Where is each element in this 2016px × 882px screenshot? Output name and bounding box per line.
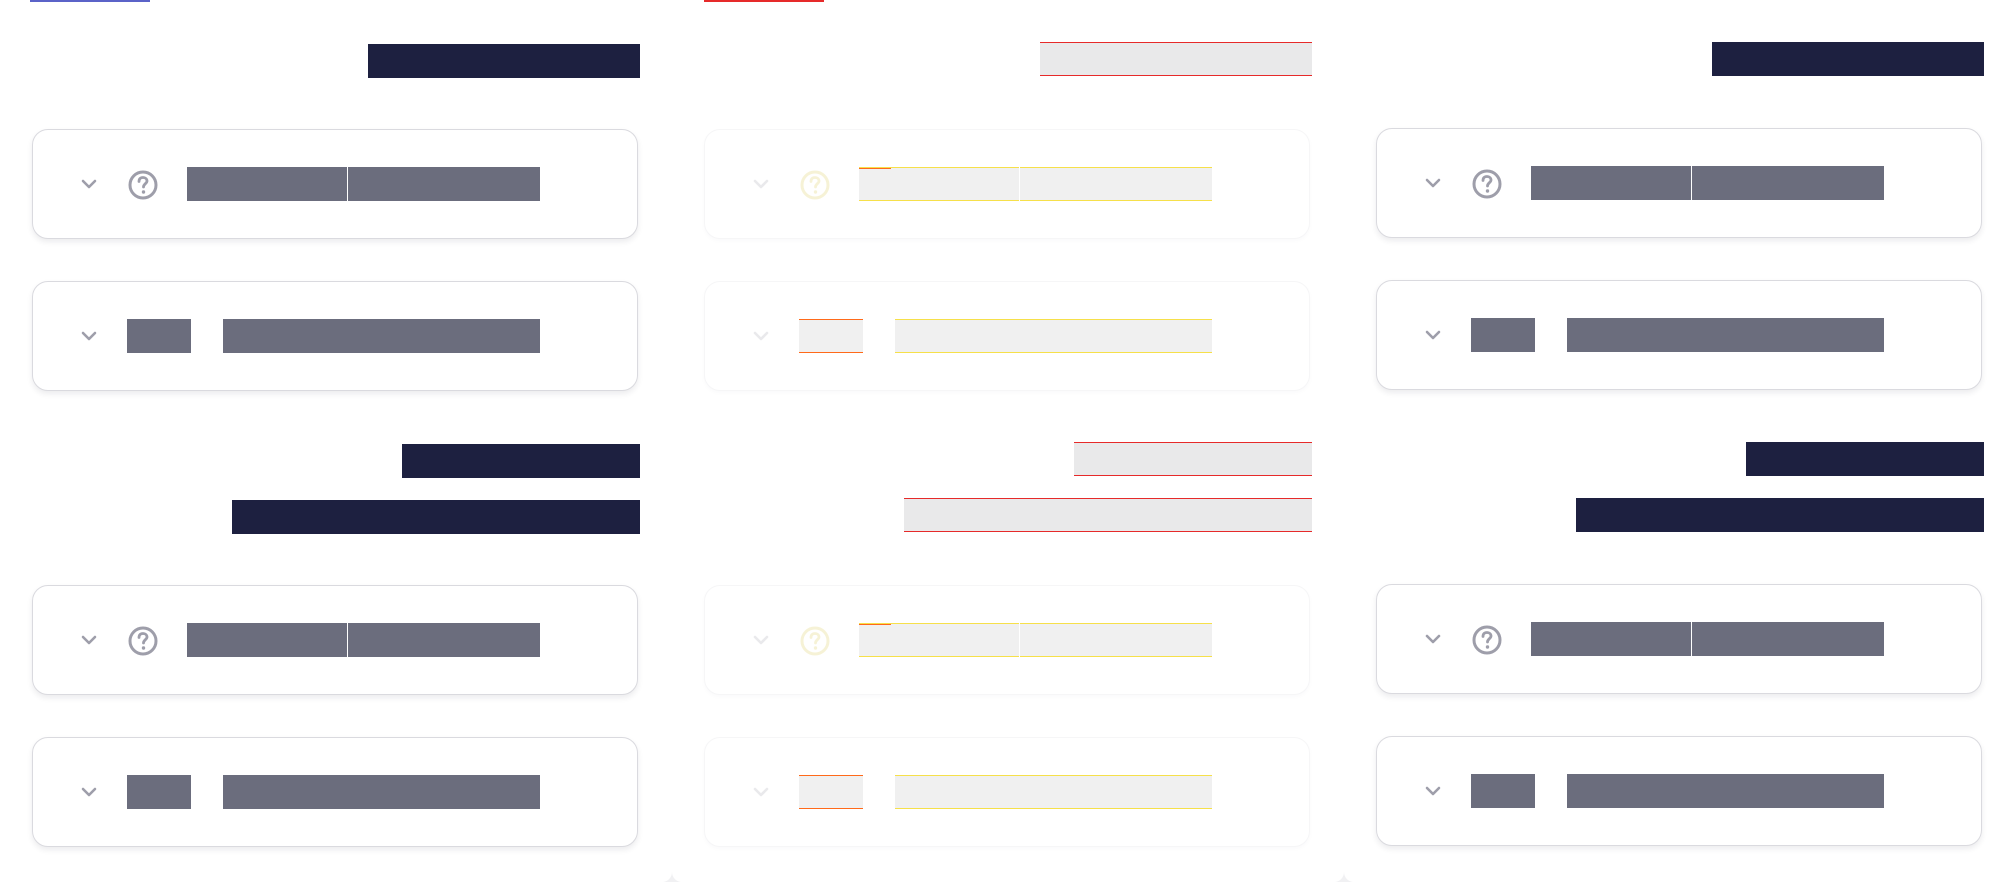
item-value: [1567, 774, 1695, 808]
accordion-item[interactable]: [1376, 736, 1982, 846]
item-detail: [348, 167, 540, 201]
chevron-down-icon[interactable]: [75, 626, 103, 654]
item-value: [859, 623, 1019, 657]
item-detail: [1692, 318, 1884, 352]
item-detail: [348, 623, 540, 657]
section-subheading: [232, 500, 640, 534]
section-heading: [1746, 442, 1984, 476]
accordion-item[interactable]: [1376, 128, 1982, 238]
help-circle-icon[interactable]: [127, 625, 159, 657]
item-code: [127, 775, 191, 809]
item-detail: [1020, 319, 1212, 353]
item-code: [799, 319, 863, 353]
accordion-item[interactable]: [704, 737, 1310, 847]
item-value: [1531, 622, 1691, 656]
chevron-down-icon[interactable]: [747, 778, 775, 806]
active-tab-indicator: [30, 0, 150, 2]
item-value: [895, 319, 1023, 353]
section-heading: [1074, 442, 1312, 476]
accordion-item[interactable]: [32, 737, 638, 847]
chevron-down-icon[interactable]: [747, 170, 775, 198]
item-code: [1471, 774, 1535, 808]
accordion-item[interactable]: [32, 281, 638, 391]
accordion-item[interactable]: [704, 281, 1310, 391]
item-detail: [1020, 167, 1212, 201]
item-detail: [1692, 166, 1884, 200]
item-value: [187, 623, 347, 657]
item-value: [1531, 166, 1691, 200]
help-circle-icon[interactable]: [127, 169, 159, 201]
item-detail: [1020, 623, 1212, 657]
chevron-down-icon[interactable]: [75, 778, 103, 806]
panel-right: [1344, 0, 2016, 882]
accordion-item[interactable]: [1376, 280, 1982, 390]
accordion-item[interactable]: [1376, 584, 1982, 694]
help-circle-icon[interactable]: [1471, 168, 1503, 200]
chevron-down-icon[interactable]: [1419, 321, 1447, 349]
accordion-item[interactable]: [32, 129, 638, 239]
item-value: [223, 775, 351, 809]
chevron-down-icon[interactable]: [1419, 169, 1447, 197]
item-value: [895, 775, 1023, 809]
section-subheading: [904, 498, 1312, 532]
item-code: [127, 319, 191, 353]
item-value: [223, 319, 351, 353]
accordion-item[interactable]: [704, 585, 1310, 695]
help-circle-icon[interactable]: [1471, 624, 1503, 656]
item-code: [1471, 318, 1535, 352]
item-detail: [1692, 622, 1884, 656]
active-tab-indicator: [704, 0, 824, 2]
chevron-down-icon[interactable]: [75, 170, 103, 198]
chevron-down-icon[interactable]: [1419, 777, 1447, 805]
accordion-item[interactable]: [704, 129, 1310, 239]
item-detail: [348, 775, 540, 809]
section-heading: [402, 444, 640, 478]
panel-middle: [672, 0, 1344, 882]
section-heading: [1712, 42, 1984, 76]
chevron-down-icon[interactable]: [75, 322, 103, 350]
item-value: [1567, 318, 1695, 352]
help-circle-icon[interactable]: [799, 169, 831, 201]
item-detail: [1692, 774, 1884, 808]
item-code: [799, 775, 863, 809]
item-detail: [1020, 775, 1212, 809]
item-detail: [348, 319, 540, 353]
chevron-down-icon[interactable]: [747, 322, 775, 350]
section-subheading: [1576, 498, 1984, 532]
panel-left: [0, 0, 672, 882]
item-value: [859, 167, 1019, 201]
chevron-down-icon[interactable]: [747, 626, 775, 654]
chevron-down-icon[interactable]: [1419, 625, 1447, 653]
section-heading: [368, 44, 640, 78]
accordion-item[interactable]: [32, 585, 638, 695]
section-heading: [1040, 42, 1312, 76]
help-circle-icon[interactable]: [799, 625, 831, 657]
item-value: [187, 167, 347, 201]
